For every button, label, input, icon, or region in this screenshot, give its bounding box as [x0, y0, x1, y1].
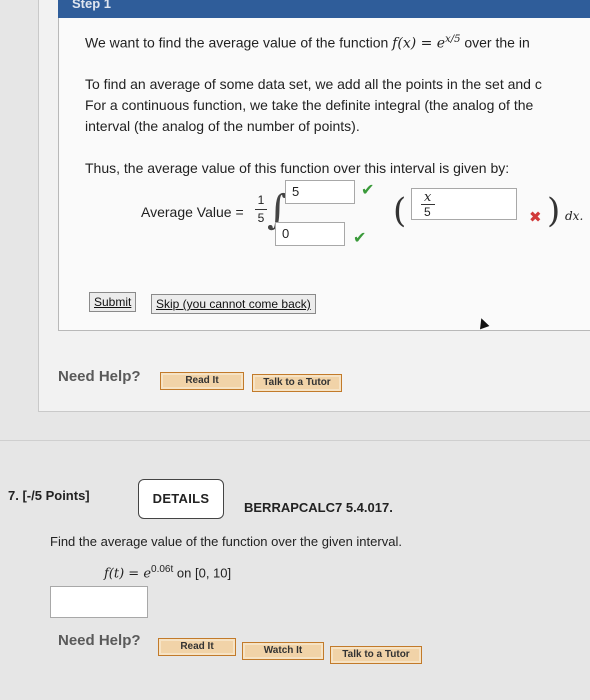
checkmark-icon: ✔	[361, 182, 375, 199]
right-paren: )	[547, 191, 561, 231]
function-exponent: x/5	[445, 34, 461, 45]
question-prompt: Find the average value of the function o…	[50, 534, 402, 549]
need-help-label-2: Need Help?	[58, 632, 141, 649]
read-it-button[interactable]: Read It	[160, 372, 244, 390]
intro-line-1: We want to find the average value of the…	[85, 30, 530, 54]
question-divider	[0, 440, 590, 441]
watch-it-button[interactable]: Watch It	[242, 642, 324, 660]
question-7-number: 7.	[8, 488, 19, 503]
submit-button[interactable]: Submit	[89, 292, 137, 312]
checkmark-icon: ✔	[353, 230, 367, 247]
upper-limit-value: 5	[292, 184, 300, 199]
fraction-denominator: 5	[257, 211, 265, 225]
fraction-numerator: 1	[257, 193, 265, 207]
function-fx: f(x) = e	[392, 35, 446, 52]
para2-line-1: To find an average of some data set, we …	[85, 76, 542, 92]
need-help-label: Need Help?	[58, 368, 141, 385]
details-button[interactable]: DETAILS	[138, 479, 224, 519]
para2-line-3: interval (the analog of the number of po…	[85, 118, 360, 134]
question-points: [-/5 Points]	[22, 488, 90, 503]
lower-limit-input[interactable]: 0	[275, 222, 345, 246]
para2-line-2: For a continuous function, we take the d…	[85, 97, 534, 113]
question-code: BERRAPCALC7 5.4.017.	[244, 500, 393, 515]
talk-to-tutor-button[interactable]: Talk to a Tutor	[252, 374, 342, 392]
step-label: Step 1	[72, 0, 112, 11]
read-it-button-2[interactable]: Read It	[158, 638, 236, 656]
integrand-input[interactable]: x 5	[411, 188, 517, 220]
lower-limit-value: 0	[282, 226, 290, 241]
integrand-denominator: 5	[424, 205, 431, 219]
thus-text: Thus, the average value of this function…	[85, 160, 510, 176]
intro-text: We want to find the average value of the…	[85, 34, 393, 51]
question-function: f(t) = e0.06t on [0, 10]	[104, 560, 231, 584]
step-panel: We want to find the average value of the…	[58, 18, 590, 331]
answer-input[interactable]	[50, 586, 148, 618]
intro-text-end: over the in	[460, 34, 530, 51]
left-paren: (	[393, 191, 407, 231]
skip-button[interactable]: Skip (you cannot come back)	[151, 294, 316, 314]
integrand-numerator: x	[424, 190, 432, 205]
page: Step 1 We want to find the average value…	[0, 0, 590, 700]
cross-icon: ✖	[529, 209, 542, 226]
interval-text: on [0, 10]	[176, 565, 232, 581]
average-value-label: Average Value =	[141, 204, 244, 220]
talk-to-tutor-button-2[interactable]: Talk to a Tutor	[330, 646, 422, 664]
question-number: 7. [-/5 Points]	[8, 488, 90, 503]
function-ft-exponent: 0.06t	[151, 564, 174, 575]
dx-label: dx.	[565, 209, 584, 223]
function-ft: f(t) = e	[104, 566, 152, 582]
step-header: Step 1	[58, 0, 590, 18]
upper-limit-input[interactable]: 5	[285, 180, 355, 204]
fraction-bar	[255, 209, 267, 210]
